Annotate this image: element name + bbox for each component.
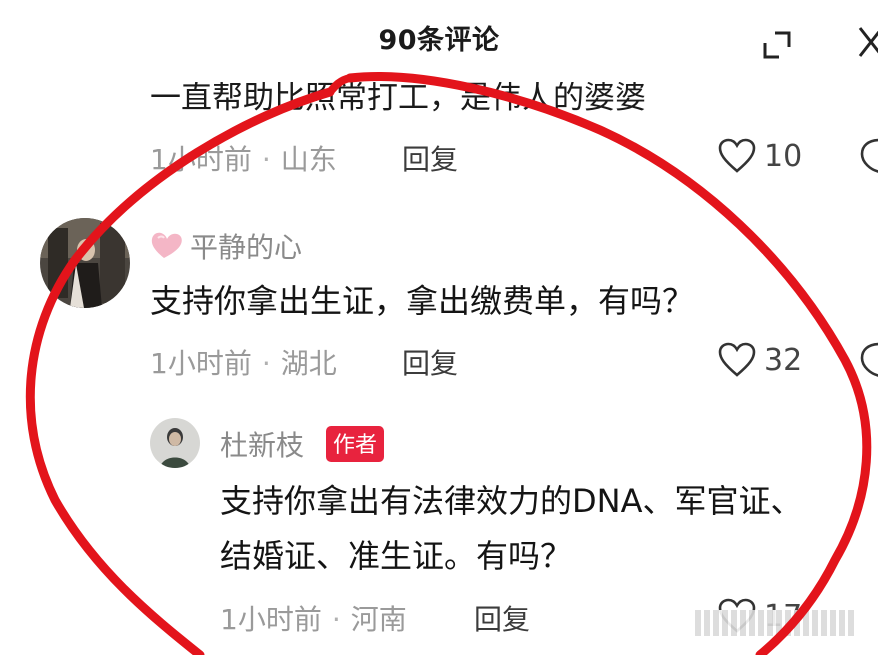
comment-time: 1小时前 — [150, 347, 252, 380]
like-button[interactable]: 10 — [718, 136, 802, 176]
author-badge: 作者 — [326, 426, 385, 462]
comments-panel: 90条评论 一直帮助比照常打工，是伟人的婆婆 1小时前 · 山东 回复 10 平… — [0, 0, 878, 655]
comment-time: 1小时前 — [220, 603, 322, 636]
dislike-icon[interactable] — [858, 136, 878, 176]
watermark — [695, 610, 855, 636]
reply-button[interactable]: 回复 — [474, 598, 530, 638]
comment-content-line-1: 支持你拿出有法律效力的DNA、军官证、 — [220, 482, 803, 520]
comment-location: 湖北 — [280, 347, 337, 380]
comment-meta: 1小时前 · 河南 — [220, 603, 407, 636]
dislike-icon[interactable] — [858, 340, 878, 380]
expand-icon[interactable] — [762, 30, 792, 60]
comment-content-line-2: 结婚证、准生证。有吗？ — [220, 537, 573, 575]
previous-comment-text: 一直帮助比照常打工，是伟人的婆婆 — [150, 80, 646, 116]
like-button[interactable]: 32 — [718, 340, 802, 380]
avatar[interactable] — [40, 218, 130, 308]
comment-content: 支持你拿出生证，拿出缴费单，有吗？ — [150, 282, 695, 320]
comment-meta: 1小时前 · 湖北 — [150, 347, 337, 380]
heart-icon — [718, 342, 756, 377]
comments-title: 90条评论 — [378, 25, 500, 56]
comment-username[interactable]: 平静的心 — [190, 226, 302, 266]
like-count: 10 — [764, 138, 803, 174]
previous-comment-meta: 1小时前 · 山东 — [150, 143, 337, 176]
avatar[interactable] — [150, 418, 200, 468]
comment-username[interactable]: 杜新枝 — [220, 424, 304, 464]
close-icon[interactable] — [856, 22, 878, 62]
heart-emoji-icon — [150, 228, 186, 262]
comment-location: 山东 — [280, 143, 337, 176]
like-count: 32 — [764, 342, 803, 378]
heart-icon — [718, 138, 756, 173]
reply-button[interactable]: 回复 — [402, 138, 458, 178]
reply-button[interactable]: 回复 — [402, 342, 458, 382]
comment-location: 河南 — [350, 603, 407, 636]
comment-time: 1小时前 — [150, 143, 252, 176]
